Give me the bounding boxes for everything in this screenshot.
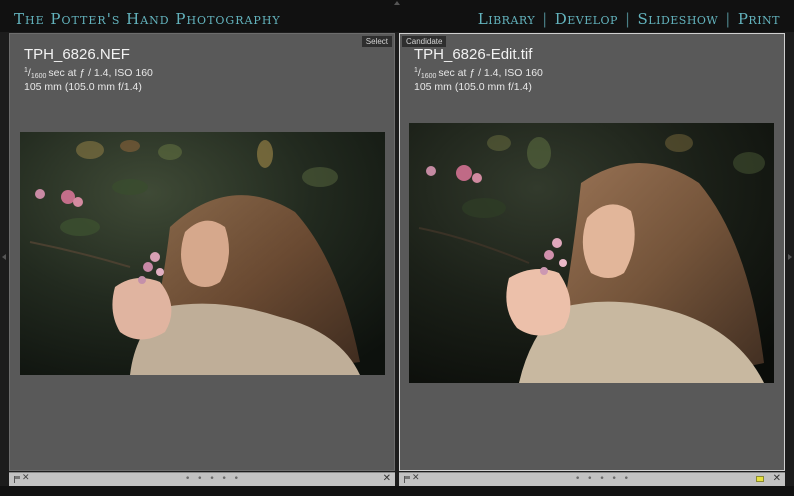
reject-icon[interactable]: ✕ [412,473,421,483]
select-pane-toolbar: ✕ • • • • • ✕ [9,472,395,486]
right-panel-toggle-icon[interactable] [788,254,792,260]
candidate-pane-toolbar: ✕ • • • • • ✕ [399,472,785,486]
flag-icon[interactable] [403,475,412,483]
rating-dots[interactable]: • • • • • [185,474,241,484]
select-pane[interactable]: Select TPH_6826.NEF 1/1600 sec at ƒ / 1.4… [9,33,395,471]
rating-dots[interactable]: • • • • • [575,474,631,484]
shutter-fraction: 1/1600 [24,67,47,80]
left-panel-toggle-icon[interactable] [2,254,6,260]
module-develop[interactable]: Develop [555,10,618,28]
close-icon[interactable]: ✕ [383,473,391,484]
module-separator: | [624,10,631,28]
module-library[interactable]: Library [478,10,535,28]
color-label-icon[interactable] [756,476,764,482]
bottom-panel-grip[interactable] [0,486,794,496]
candidate-exposure-info: 1/1600 sec at ƒ / 1.4, ISO 160 [414,67,543,80]
module-print[interactable]: Print [738,10,780,28]
candidate-lens-info: 105 mm (105.0 mm f/1.4) [414,81,532,93]
select-tag: Select [361,36,392,47]
select-photo[interactable] [20,132,385,375]
module-slideshow[interactable]: Slideshow [638,10,719,28]
module-separator: | [542,10,548,28]
select-lens-info: 105 mm (105.0 mm f/1.4) [24,81,142,93]
flag-icon[interactable] [13,475,22,483]
candidate-filename: TPH_6826-Edit.tif [414,46,533,63]
module-picker: Library | Develop | Slideshow | Print [478,10,780,28]
candidate-pane[interactable]: Candidate TPH_6826-Edit.tif 1/1600 sec at… [399,33,785,471]
top-panel-toggle-icon[interactable] [394,1,400,5]
select-exposure-info: 1/1600 sec at ƒ / 1.4, ISO 160 [24,67,153,80]
close-icon[interactable]: ✕ [773,473,781,484]
candidate-photo[interactable] [409,123,774,383]
select-filename: TPH_6826.NEF [24,46,130,63]
shutter-fraction: 1/1600 [414,67,437,80]
identity-plate-header: The Potter's Hand Photography Library | De… [0,7,794,32]
reject-icon[interactable]: ✕ [22,473,31,483]
identity-plate: The Potter's Hand Photography [14,10,281,28]
module-separator: | [725,10,731,28]
